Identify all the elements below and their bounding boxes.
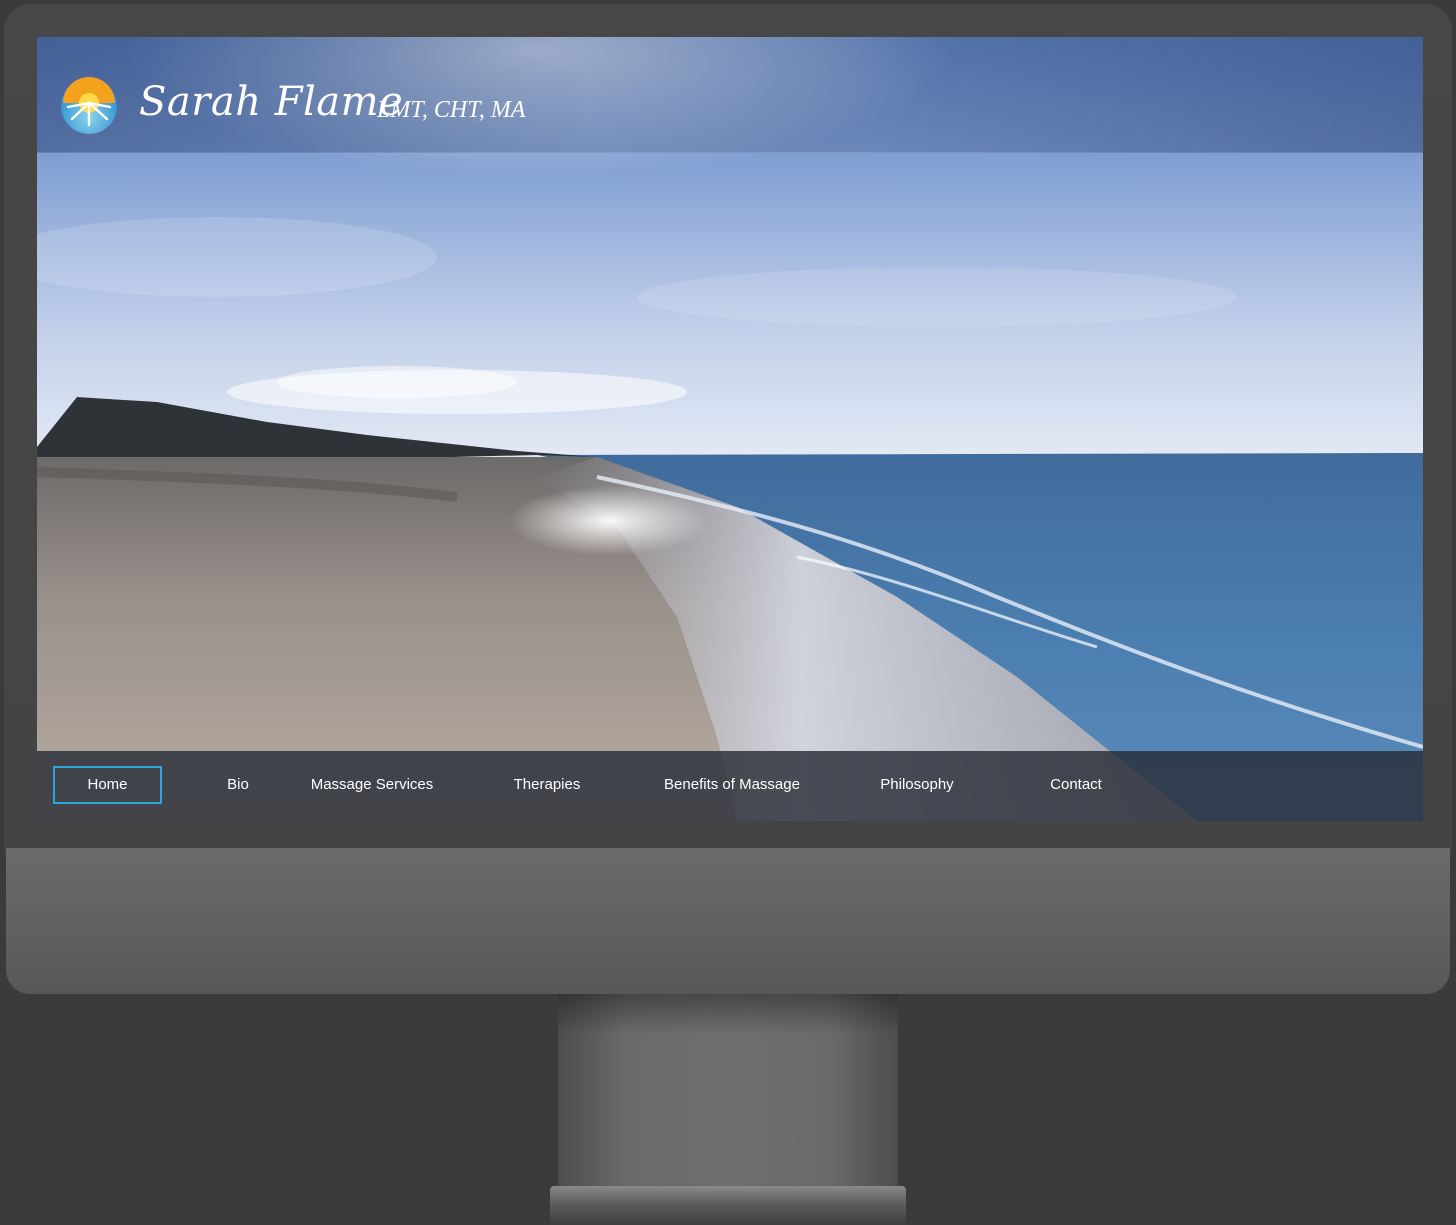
nav-item-contact[interactable]: Contact <box>1037 766 1115 804</box>
monitor-stand-base <box>550 1186 906 1225</box>
sun-logo-icon[interactable] <box>60 77 118 135</box>
hero-beach-image <box>37 37 1423 821</box>
nav-item-philosophy[interactable]: Philosophy <box>867 766 967 804</box>
site-name[interactable]: Sarah Flame <box>139 79 403 125</box>
nav-item-therapies[interactable]: Therapies <box>497 766 597 804</box>
site-header: Sarah Flame LMT, CHT, MA <box>37 37 1423 153</box>
nav-item-home[interactable]: Home <box>53 766 162 804</box>
nav-item-massage-services[interactable]: Massage Services <box>297 766 447 804</box>
monitor-chin <box>6 848 1450 994</box>
site-credentials: LMT, CHT, MA <box>377 97 526 123</box>
nav-item-benefits-of-massage[interactable]: Benefits of Massage <box>647 766 817 804</box>
nav-item-bio[interactable]: Bio <box>213 766 263 804</box>
main-navigation: Home Bio Massage Services Therapies Bene… <box>37 751 1423 821</box>
monitor-stand <box>558 994 898 1189</box>
monitor-screen: Sarah Flame LMT, CHT, MA Home Bio Massag… <box>37 37 1423 821</box>
